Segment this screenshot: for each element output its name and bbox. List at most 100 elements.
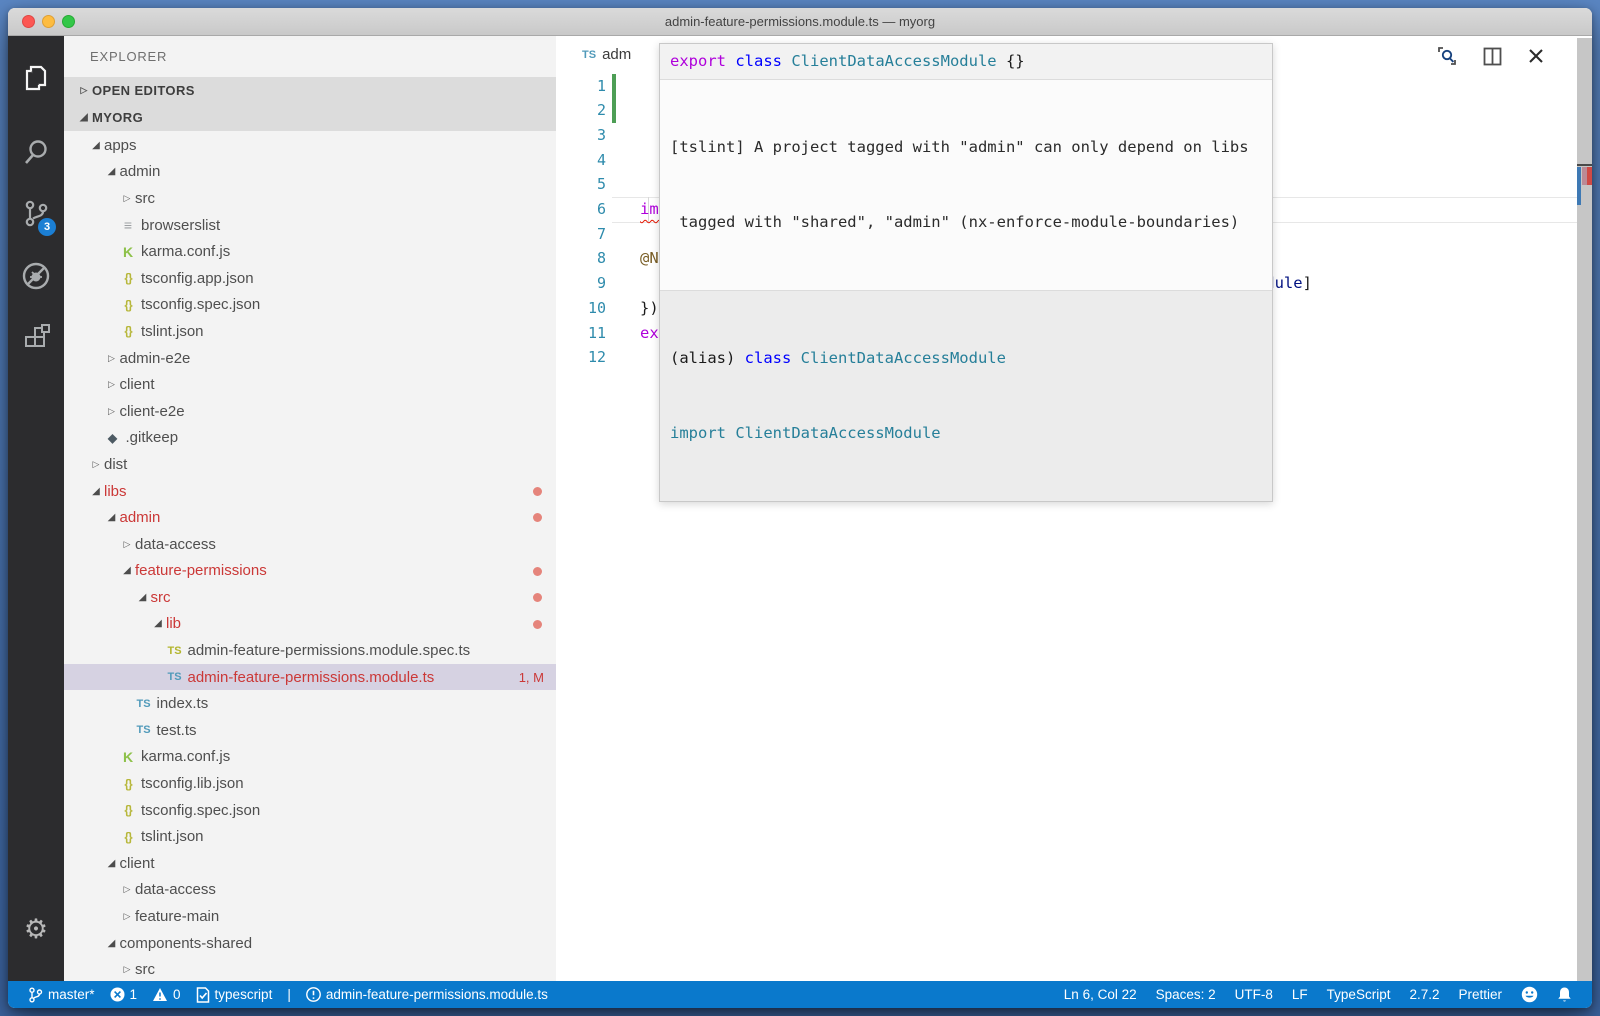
tree-item-admin-e2e[interactable]: ▷admin-e2e	[64, 345, 556, 372]
tree-item-components-shared[interactable]: ◢components-shared	[64, 930, 556, 957]
chevron-expanded-icon: ◢	[135, 592, 151, 603]
search-icon[interactable]	[8, 124, 64, 180]
hover-lint-message: [tslint] A project tagged with "admin" c…	[660, 79, 1272, 291]
line-number[interactable]: 11	[556, 321, 620, 346]
tree-item-label: feature-permissions	[135, 562, 267, 579]
title-bar[interactable]: admin-feature-permissions.module.ts — my…	[8, 8, 1592, 36]
status-item-ln-6-col-22[interactable]: Ln 6, Col 22	[1064, 987, 1137, 1002]
tab-label: adm	[602, 46, 631, 63]
source-control-icon[interactable]: 3	[8, 186, 64, 242]
line-number[interactable]: 2	[556, 98, 620, 123]
tree-item-label: tsconfig.spec.json	[141, 296, 260, 313]
overview-ruler[interactable]	[1577, 38, 1592, 981]
tree-item--gitkeep[interactable]: ◆.gitkeep	[64, 425, 556, 452]
debug-icon[interactable]	[8, 248, 64, 304]
tree-item-lib[interactable]: ◢lib	[64, 611, 556, 638]
tree-item-label: libs	[104, 483, 127, 500]
tree-item-src[interactable]: ▷src	[64, 956, 556, 981]
close-icon[interactable]	[1528, 48, 1544, 64]
tree-item-feature-main[interactable]: ▷feature-main	[64, 903, 556, 930]
tree-item-src[interactable]: ◢src	[64, 584, 556, 611]
chevron-expanded-icon: ◢	[88, 140, 104, 151]
hover-tooltip: export class ClientDataAccessModule {} […	[659, 43, 1273, 502]
status-item-lf[interactable]: LF	[1292, 987, 1308, 1002]
tree-item-data-access[interactable]: ▷data-access	[64, 877, 556, 904]
file-type-icon: TS	[135, 698, 153, 710]
tree-item-client[interactable]: ▷client	[64, 371, 556, 398]
file-type-icon: TS	[135, 724, 153, 736]
status-item-0[interactable]: 0	[152, 987, 181, 1002]
tree-item-apps[interactable]: ◢apps	[64, 132, 556, 159]
tab-admin-feature-permissions[interactable]: TS adm	[582, 46, 631, 63]
chevron-expanded-icon: ◢	[150, 618, 166, 629]
tree-item-admin[interactable]: ◢admin	[64, 504, 556, 531]
tree-item-karma-conf-js[interactable]: Kkarma.conf.js	[64, 238, 556, 265]
status-item-typescript[interactable]: TypeScript	[1327, 987, 1391, 1002]
tree-item-label: dist	[104, 456, 127, 473]
tree-item-dist[interactable]: ▷dist	[64, 451, 556, 478]
line-number[interactable]: 3	[556, 123, 620, 148]
status-item-master-[interactable]: master*	[28, 987, 95, 1003]
error-icon	[110, 987, 125, 1002]
line-number[interactable]: 12	[556, 345, 620, 370]
tree-item-tsconfig-spec-json[interactable]: {}tsconfig.spec.json	[64, 292, 556, 319]
tree-item-tsconfig-app-json[interactable]: {}tsconfig.app.json	[64, 265, 556, 292]
status-item-smiley-icon[interactable]	[1521, 986, 1538, 1003]
open-editors-header[interactable]: ▷ OPEN EDITORS	[64, 77, 556, 104]
line-number[interactable]: 7	[556, 222, 620, 247]
tree-item-tsconfig-lib-json[interactable]: {} tsconfig.lib.json	[64, 770, 556, 797]
project-root-header[interactable]: ◢ MYORG	[64, 104, 556, 131]
status-item-2-7-2[interactable]: 2.7.2	[1409, 987, 1439, 1002]
status-item-typescript[interactable]: typescript	[196, 987, 273, 1003]
split-editor-icon[interactable]	[1483, 47, 1502, 66]
explorer-sidebar: EXPLORER ▷ OPEN EDITORS ◢ MYORG ◢apps◢ad…	[64, 36, 556, 981]
tree-item-tslint-json[interactable]: {}tslint.json	[64, 823, 556, 850]
code-token: (alias)	[670, 349, 745, 367]
tree-item-libs[interactable]: ◢libs	[64, 478, 556, 505]
status-item-spaces-2[interactable]: Spaces: 2	[1156, 987, 1216, 1002]
status-item-bell-icon[interactable]	[1557, 986, 1572, 1003]
tree-item-admin-feature-permissions-module-ts[interactable]: TSadmin-feature-permissions.module.ts1, …	[64, 664, 556, 691]
line-number[interactable]: 6	[556, 197, 620, 222]
tree-item-data-access[interactable]: ▷data-access	[64, 531, 556, 558]
line-number[interactable]: 9	[556, 271, 620, 296]
status-item-utf-8[interactable]: UTF-8	[1235, 987, 1273, 1002]
tree-item-admin[interactable]: ◢admin	[64, 159, 556, 186]
tree-item-client-e2e[interactable]: ▷client-e2e	[64, 398, 556, 425]
tree-item-admin-feature-permissions-module-spec-ts[interactable]: TSadmin-feature-permissions.module.spec.…	[64, 637, 556, 664]
tree-item-client[interactable]: ◢client	[64, 850, 556, 877]
line-number[interactable]: 5	[556, 172, 620, 197]
tree-item-test-ts[interactable]: TStest.ts	[64, 717, 556, 744]
line-number[interactable]: 4	[556, 148, 620, 173]
status-item-1[interactable]: 1	[110, 987, 138, 1002]
tree-item-src[interactable]: ▷src	[64, 185, 556, 212]
file-type-icon: K	[119, 749, 137, 765]
gear-icon[interactable]: ⚙	[8, 907, 64, 951]
file-type-icon: {}	[119, 777, 137, 791]
problems-git-badge: 1, M	[519, 670, 544, 685]
line-number[interactable]: 8	[556, 246, 620, 271]
status-item-admin-feature-permissions-module-ts[interactable]: admin-feature-permissions.module.ts	[306, 987, 548, 1002]
tree-item-label: data-access	[135, 881, 216, 898]
file-type-icon: {}	[119, 271, 137, 285]
tree-item-karma-conf-js[interactable]: Kkarma.conf.js	[64, 744, 556, 771]
tree-item-feature-permissions[interactable]: ◢feature-permissions	[64, 558, 556, 585]
line-number[interactable]: 1	[556, 74, 620, 99]
tree-item-browserslist[interactable]: ≡browserslist	[64, 212, 556, 239]
extensions-icon[interactable]	[8, 310, 64, 366]
status-item-prettier[interactable]: Prettier	[1458, 987, 1502, 1002]
open-preview-icon[interactable]	[1437, 46, 1457, 66]
file-tree: ◢apps◢admin▷src≡browserslistKkarma.conf.…	[64, 132, 556, 981]
vscode-window: admin-feature-permissions.module.ts — my…	[8, 8, 1592, 1008]
tree-item-label: client	[120, 376, 155, 393]
file-type-icon: TS	[166, 645, 184, 657]
line-number[interactable]: 10	[556, 296, 620, 321]
explorer-icon[interactable]	[8, 50, 64, 106]
status-item--[interactable]: |	[287, 987, 291, 1002]
tree-item-index-ts[interactable]: TSindex.ts	[64, 690, 556, 717]
tree-item-tsconfig-spec-json[interactable]: {}tsconfig.spec.json	[64, 797, 556, 824]
cursor-position-marker	[1577, 164, 1592, 166]
tree-item-label: tsconfig.lib.json	[141, 775, 244, 792]
line-number-gutter[interactable]: 123456789101112	[556, 74, 620, 370]
tree-item-tslint-json[interactable]: {}tslint.json	[64, 318, 556, 345]
